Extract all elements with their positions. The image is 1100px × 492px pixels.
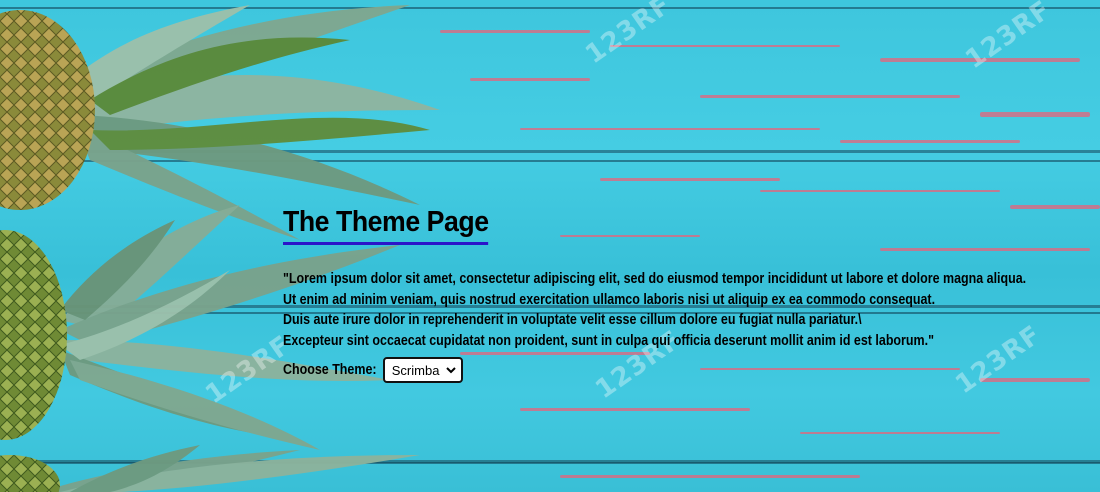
paint-streak — [470, 78, 590, 81]
pineapple-bottom-fruit — [0, 455, 60, 492]
chevron-down-icon — [446, 367, 456, 374]
paint-streak — [700, 95, 960, 98]
paragraph-line: "Lorem ipsum dolor sit amet, consectetur… — [283, 271, 1027, 287]
theme-select-value: Scrimba — [391, 362, 440, 378]
paint-streak — [840, 140, 1020, 143]
page-title: The Theme Page — [283, 204, 489, 245]
paint-streak — [520, 408, 750, 411]
lorem-paragraph: "Lorem ipsum dolor sit amet, consectetur… — [283, 269, 1100, 351]
theme-select[interactable]: Scrimba — [382, 357, 463, 383]
pineapple-bottom-crown — [40, 445, 420, 492]
paint-streak — [800, 432, 1000, 434]
paint-streak — [520, 128, 820, 130]
paragraph-line: Ut enim ad minim veniam, quis nostrud ex… — [283, 291, 936, 308]
paint-streak — [980, 112, 1090, 117]
paragraph-line: Duis aute irure dolor in reprehenderit i… — [283, 312, 862, 328]
paint-streak — [760, 190, 1000, 192]
theme-chooser: Choose Theme: Scrimba — [283, 357, 1098, 383]
theme-label: Choose Theme: — [283, 362, 377, 378]
pineapple-middle-fruit — [0, 230, 67, 440]
main-content: The Theme Page "Lorem ipsum dolor sit am… — [283, 204, 1098, 383]
paint-streak — [610, 45, 840, 47]
pineapple-top-fruit — [0, 10, 95, 210]
paint-streak — [600, 178, 780, 181]
paragraph-line: Excepteur sint occaecat cupidatat non pr… — [283, 332, 934, 349]
paint-streak — [560, 475, 860, 478]
